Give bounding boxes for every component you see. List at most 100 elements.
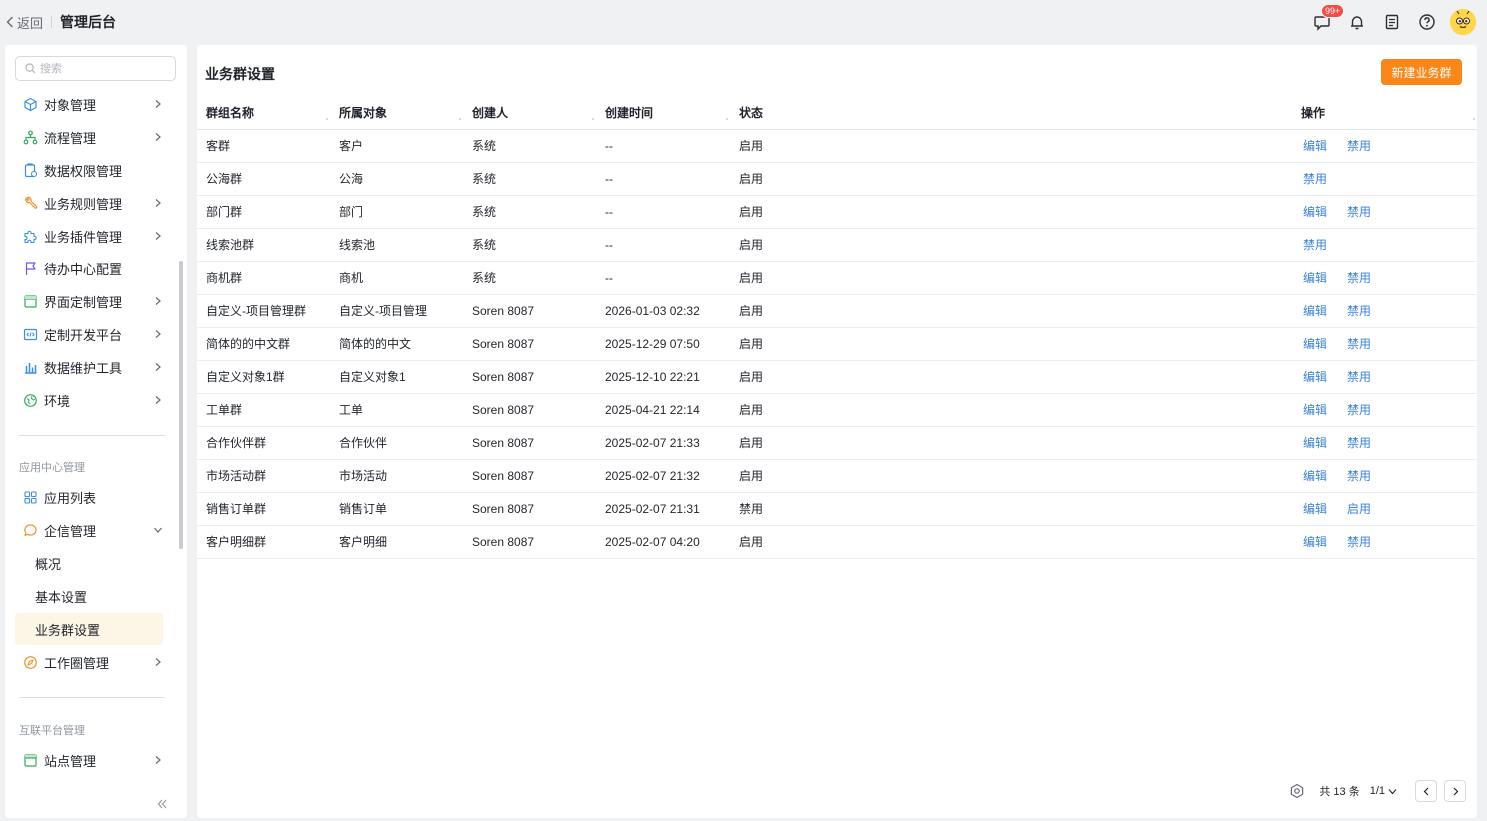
settings-icon[interactable] [1289,783,1305,799]
layout-icon [22,293,38,309]
column-resize-handle[interactable] [459,118,461,120]
new-business-group-button[interactable]: 新建业务群 [1381,59,1462,85]
edit-link[interactable]: 编辑 [1303,469,1327,483]
enable-link[interactable]: 启用 [1347,502,1371,516]
column-header-object[interactable]: 所属对象 [330,96,463,130]
cell-group-name: 客户明细群 [197,525,330,559]
edit-link[interactable]: 编辑 [1303,370,1327,384]
page-select[interactable]: 1/1 [1370,785,1397,797]
cell-group-name: 客群 [197,129,330,163]
avatar[interactable] [1450,9,1476,35]
sidebar-item-work-circle[interactable]: 工作圈管理 [15,648,163,676]
help-icon [1419,14,1435,30]
cell-status: 启用 [730,294,1292,328]
sidebar-item-app-list[interactable]: 应用列表 [15,483,163,511]
edit-link[interactable]: 编辑 [1303,535,1327,549]
next-page-button[interactable] [1444,780,1466,802]
disable-link[interactable]: 禁用 [1347,271,1371,285]
column-header-status[interactable]: 状态 [730,96,1292,130]
cell-creator: Soren 8087 [463,294,596,328]
edit-link[interactable]: 编辑 [1303,205,1327,219]
cell-status: 启用 [730,261,1292,295]
disable-link[interactable]: 禁用 [1303,238,1327,252]
column-resize-handle[interactable] [592,118,594,120]
table-row: 商机群 商机 系统 -- 启用 编辑 禁用 [197,261,1477,295]
help-button[interactable] [1416,11,1438,33]
message-button[interactable]: 99+ [1311,4,1345,33]
sidebar-item-object-management[interactable]: 对象管理 [15,90,163,118]
sidebar-item-data-tools[interactable]: 数据维护工具 [15,353,163,381]
sidebar-item-label: 数据维护工具 [44,360,123,376]
sidebar-subitem-basic-settings[interactable]: 基本设置 [15,582,163,610]
cell-actions: 编辑 禁用 [1292,459,1477,493]
cell-group-name: 自定义-项目管理群 [197,294,330,328]
tasks-button[interactable] [1381,11,1403,33]
section-label-interconnect: 互联平台管理 [19,725,85,737]
disable-link[interactable]: 禁用 [1347,403,1371,417]
sidebar-item-process-management[interactable]: 流程管理 [15,123,163,151]
prev-page-button[interactable] [1415,780,1437,802]
edit-link[interactable]: 编辑 [1303,337,1327,351]
cell-creator: 系统 [463,195,596,229]
document-icon [1385,14,1399,30]
cell-actions: 编辑 禁用 [1292,261,1477,295]
sidebar-item-ui-customization[interactable]: 界面定制管理 [15,287,163,315]
sidebar-item-dev-platform[interactable]: 定制开发平台 [15,320,163,348]
edit-link[interactable]: 编辑 [1303,304,1327,318]
disable-link[interactable]: 禁用 [1347,535,1371,549]
flow-icon [22,129,38,145]
cell-group-name: 简体的的中文群 [197,327,330,361]
cell-actions: 编辑 禁用 [1292,426,1477,460]
disable-link[interactable]: 禁用 [1347,436,1371,450]
disable-link[interactable]: 禁用 [1347,139,1371,153]
cell-created-time: -- [596,162,730,196]
column-header-name[interactable]: 群组名称 [197,96,330,130]
table-row: 自定义-项目管理群 自定义-项目管理 Soren 8087 2026-01-03 02… [197,294,1477,328]
cell-group-name: 自定义对象1群 [197,360,330,394]
column-resize-handle[interactable] [326,118,328,120]
cell-object: 简体的的中文 [330,327,463,361]
edit-link[interactable]: 编辑 [1303,139,1327,153]
sidebar-subitem-business-group-settings[interactable]: 业务群设置 [15,613,163,645]
cell-actions: 编辑 禁用 [1292,129,1477,163]
column-header-creator[interactable]: 创建人 [463,96,596,130]
disable-link[interactable]: 禁用 [1347,337,1371,351]
panel-title: 业务群设置 [205,66,275,82]
edit-link[interactable]: 编辑 [1303,436,1327,450]
chevron-right-icon [1453,787,1458,795]
cell-created-time: 2025-04-21 22:14 [596,393,730,427]
edit-link[interactable]: 编辑 [1303,502,1327,516]
sidebar-item-site-management[interactable]: 站点管理 [15,746,163,774]
sidebar-item-environment[interactable]: 环境 [15,386,163,414]
column-resize-handle[interactable] [1473,118,1475,120]
disable-link[interactable]: 禁用 [1347,469,1371,483]
notification-button[interactable] [1346,11,1368,33]
cell-created-time: -- [596,195,730,229]
main-panel: 业务群设置 新建业务群 群组名称 所属对象 创建人 创建时间 状态 操作 客群客… [197,45,1477,818]
sidebar-item-data-permission[interactable]: 数据权限管理 [15,156,163,184]
disable-link[interactable]: 禁用 [1303,172,1327,186]
sidebar-item-label: 环境 [44,393,71,409]
sidebar-scrollbar[interactable] [179,261,183,549]
sidebar-item-enterprise-messaging[interactable]: 企信管理 [15,516,163,544]
sidebar-item-business-plugins[interactable]: 业务插件管理 [15,222,163,250]
disable-link[interactable]: 禁用 [1347,370,1371,384]
disable-link[interactable]: 禁用 [1347,304,1371,318]
chevron-right-icon [155,330,161,338]
collapse-sidebar-icon[interactable] [156,798,168,810]
column-resize-handle[interactable] [726,118,728,120]
sidebar-item-todo-center[interactable]: 待办中心配置 [15,254,163,282]
sidebar-item-business-rules[interactable]: 业务规则管理 [15,189,163,217]
edit-link[interactable]: 编辑 [1303,403,1327,417]
search-input[interactable] [40,62,160,75]
search-box[interactable] [15,56,176,81]
edit-link[interactable]: 编辑 [1303,271,1327,285]
cell-status: 禁用 [730,492,1292,526]
column-header-label: 所属对象 [339,105,388,120]
disable-link[interactable]: 禁用 [1347,205,1371,219]
sidebar-subitem-overview[interactable]: 概况 [15,549,163,577]
column-header-created-time[interactable]: 创建时间 [596,96,730,130]
cell-creator: Soren 8087 [463,492,596,526]
cell-object: 工单 [330,393,463,427]
back-button[interactable]: 返回 [6,13,43,32]
